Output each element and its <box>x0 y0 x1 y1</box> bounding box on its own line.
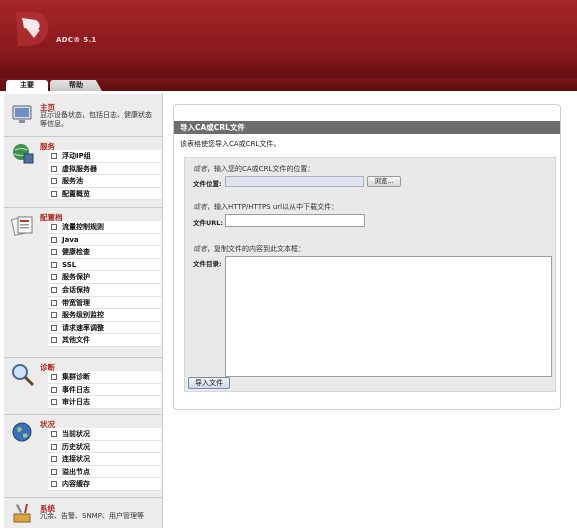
sidebar-section-profiles: 配置档 流量控制规则 Java 健康检查 SSL 服务保护 会话保持 带宽管理 … <box>4 208 163 358</box>
step1-prefix: 或者 <box>193 165 207 173</box>
step3-desc: ，复制文件的内容到此文本框： <box>207 245 305 253</box>
file-content-textarea[interactable] <box>225 256 552 377</box>
sidebar-item-java[interactable]: Java <box>48 233 161 247</box>
sidebar-item-other-files[interactable]: 其他文件 <box>48 334 161 347</box>
sidebar-item-sla-monitor[interactable]: 服务级别监控 <box>48 309 161 322</box>
tab-help[interactable]: 帮助 <box>50 80 102 91</box>
sidebar-item-pool[interactable]: 服务池 <box>48 175 161 188</box>
step3-text: 或者，复制文件的内容到此文本框： <box>193 244 305 254</box>
sidebar-item-current-status[interactable]: 当前状况 <box>48 428 161 441</box>
diagnostics-list: 集群诊断 事件日志 审计日志 <box>48 371 161 409</box>
section-title: 导入CA或CRL文件 <box>174 121 560 134</box>
sidebar-section-home[interactable]: 主页 显示设备状态，包括日志、健康状态等信息。 <box>4 94 163 137</box>
import-form: 或者，输入您的CA或CRL文件的位置： 文件位置: 浏览... 或者，输入HTT… <box>184 157 556 392</box>
sidebar-item-overflow-nodes[interactable]: 溢出节点 <box>48 465 161 479</box>
step2-text: 或者，输入HTTP/HTTPS url以从中下载文件： <box>193 202 338 212</box>
sidebar-desc-system: 冗余、告警、SNMP、用户管理等 <box>40 512 144 520</box>
file-url-label: 文件URL: <box>193 219 224 227</box>
sidebar-item-session-persistence[interactable]: 会话保持 <box>48 283 161 297</box>
sidebar-item-config-overview[interactable]: 配置概览 <box>48 187 161 201</box>
globe-server-icon <box>13 144 34 164</box>
brand-logo-icon <box>16 12 49 46</box>
sidebar-item-event-log[interactable]: 事件日志 <box>48 383 161 397</box>
sidebar-desc-home: 显示设备状态，包括日志、健康状态等信息。 <box>40 111 152 128</box>
monitor-icon <box>12 105 32 123</box>
step3-prefix: 或者 <box>193 245 207 253</box>
file-url-input[interactable] <box>225 214 365 227</box>
step1-text: 或者，输入您的CA或CRL文件的位置： <box>193 164 314 174</box>
sidebar-item-rate-shaping[interactable]: 请求速率调整 <box>48 321 161 335</box>
sidebar-item-bandwidth[interactable]: 带宽管理 <box>48 296 161 310</box>
import-file-button[interactable]: 导入文件 <box>188 377 230 389</box>
sidebar-item-cluster-diagnose[interactable]: 集群诊断 <box>48 371 161 384</box>
step2-prefix: 或者 <box>193 203 207 211</box>
sidebar-item-content-cache[interactable]: 内容缓存 <box>48 478 161 491</box>
sidebar-section-services: 服务 浮动IP组 虚拟服务器 服务池 配置概览 <box>4 137 163 208</box>
sidebar-item-traffic-rules[interactable]: 流量控制规则 <box>48 221 161 234</box>
sidebar-item-ssl[interactable]: SSL <box>48 258 161 272</box>
magnifier-icon <box>12 364 35 387</box>
intro-text: 该表格使您导入CA或CRL文件。 <box>180 140 281 148</box>
sidebar-section-system[interactable]: 系统 冗余、告警、SNMP、用户管理等 <box>4 498 163 528</box>
sidebar-item-connection-status[interactable]: 连接状况 <box>48 453 161 466</box>
globe-icon <box>12 422 32 442</box>
status-list: 当前状况 历史状况 连接状况 溢出节点 内容缓存 <box>48 428 161 491</box>
sidebar-item-history-status[interactable]: 历史状况 <box>48 440 161 454</box>
main-content: 导入CA或CRL文件 该表格使您导入CA或CRL文件。 或者，输入您的CA或CR… <box>173 104 561 410</box>
sidebar-section-status: 状况 当前状况 历史状况 连接状况 溢出节点 内容缓存 <box>4 415 163 498</box>
step2-desc: ，输入HTTP/HTTPS url以从中下载文件： <box>207 203 339 211</box>
app-title: ADC® 5.1 <box>56 36 97 44</box>
step1-desc: ，输入您的CA或CRL文件的位置： <box>207 165 315 173</box>
browse-button[interactable]: 浏览... <box>367 176 401 187</box>
tab-bar: 主要 帮助 <box>0 78 577 91</box>
sidebar-item-audit-log[interactable]: 审计日志 <box>48 396 161 409</box>
profile-cards-icon <box>10 216 33 236</box>
services-list: 浮动IP组 虚拟服务器 服务池 配置概览 <box>48 150 161 201</box>
profiles-list: 流量控制规则 Java 健康检查 SSL 服务保护 会话保持 带宽管理 服务级别… <box>48 221 161 347</box>
sidebar-section-diagnostics: 诊断 集群诊断 事件日志 审计日志 <box>4 358 163 415</box>
tools-icon <box>13 504 31 523</box>
tab-main[interactable]: 主要 <box>6 80 48 91</box>
sidebar-item-service-protection[interactable]: 服务保护 <box>48 271 161 284</box>
app-header: ADC® 5.1 <box>0 0 577 78</box>
sidebar-item-virtual-server[interactable]: 虚拟服务器 <box>48 162 161 176</box>
file-content-label: 文件目录: <box>193 260 222 268</box>
file-location-input[interactable] <box>225 176 364 187</box>
sidebar-item-floating-ip[interactable]: 浮动IP组 <box>48 150 161 163</box>
file-location-label: 文件位置: <box>193 180 222 188</box>
sidebar: 主页 显示设备状态，包括日志、健康状态等信息。 服务 浮动IP组 虚拟服务器 服… <box>4 94 163 528</box>
sidebar-item-health-check[interactable]: 健康检查 <box>48 246 161 259</box>
